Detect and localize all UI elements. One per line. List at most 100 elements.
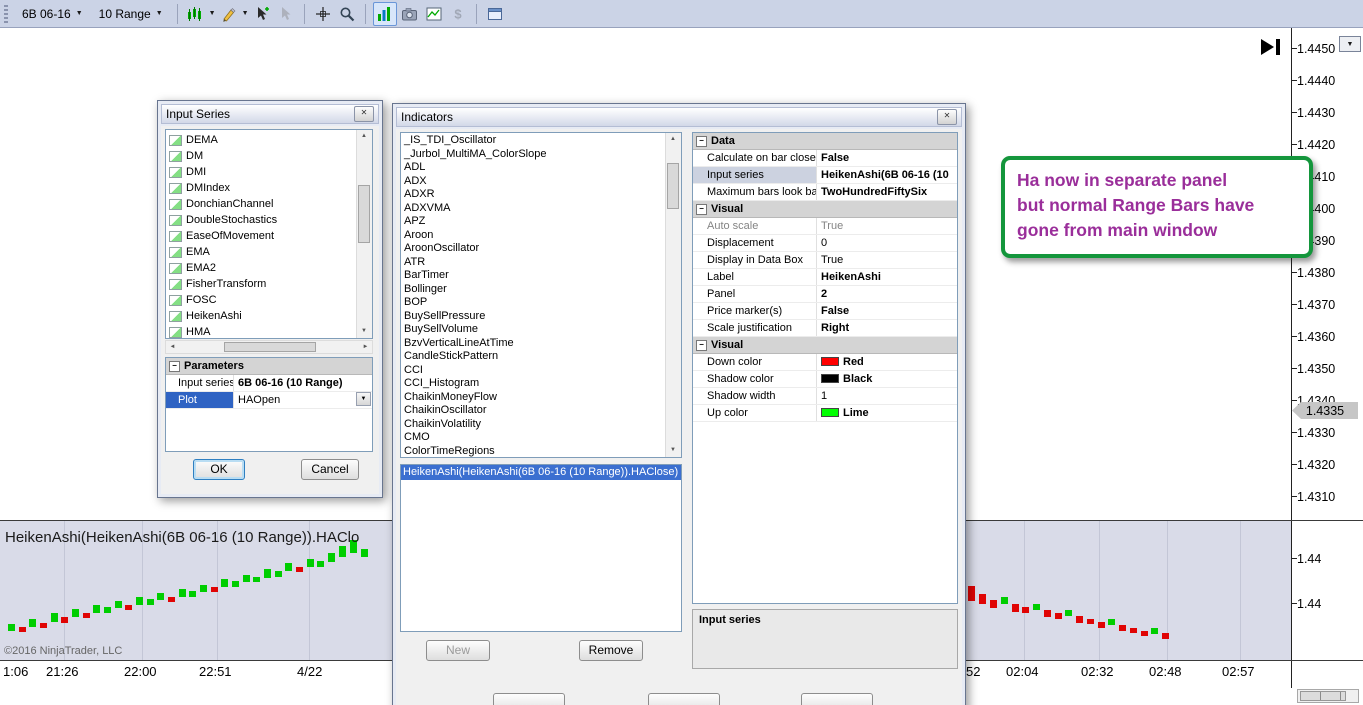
indicator-item[interactable]: Aroon xyxy=(401,229,681,243)
chevron-down-icon[interactable]: ▼ xyxy=(209,10,216,17)
instrument-dropdown[interactable]: 6B 06-16 ▼ xyxy=(15,5,90,23)
pointer-disabled-icon[interactable] xyxy=(275,3,297,25)
input-series-item[interactable]: HeikenAshi xyxy=(166,308,372,324)
pointer-add-icon[interactable] xyxy=(251,3,273,25)
partial-button[interactable] xyxy=(493,693,565,705)
indicator-item[interactable]: ChaikinVolatility xyxy=(401,418,681,432)
remove-button[interactable]: Remove xyxy=(579,640,643,661)
property-row[interactable]: Price marker(s) False xyxy=(693,303,957,320)
property-row[interactable]: Auto scale True xyxy=(693,218,957,235)
new-button[interactable]: New xyxy=(426,640,490,661)
zoom-icon[interactable] xyxy=(336,3,358,25)
scrollbar-thumb[interactable] xyxy=(224,342,316,352)
indicator-item[interactable]: BOP xyxy=(401,296,681,310)
property-row[interactable]: Down color Red xyxy=(693,354,957,371)
indicator-item[interactable]: BuySellVolume xyxy=(401,323,681,337)
collapse-icon[interactable]: − xyxy=(169,360,180,372)
indicator-item[interactable]: ATR xyxy=(401,256,681,270)
dialog-titlebar[interactable]: Input Series ✕ xyxy=(161,104,379,124)
indicator-item[interactable]: ADX xyxy=(401,175,681,189)
scroll-up-icon[interactable]: ▲ xyxy=(357,130,371,143)
new-panel-icon[interactable] xyxy=(484,3,506,25)
indicator-item[interactable]: ADXR xyxy=(401,188,681,202)
chart-style-icon[interactable] xyxy=(372,1,397,26)
draw-tools-icon[interactable] xyxy=(218,3,240,25)
indicator-item[interactable]: ColorTimeRegions xyxy=(401,445,681,458)
go-to-end-icon[interactable] xyxy=(1261,39,1280,55)
property-row[interactable]: Panel 2 xyxy=(693,286,957,303)
close-icon[interactable]: ✕ xyxy=(937,109,957,125)
toolbar-grip[interactable] xyxy=(4,4,8,23)
property-row[interactable]: Display in Data Box True xyxy=(693,252,957,269)
indicator-item[interactable]: CCI xyxy=(401,364,681,378)
indicator-item[interactable]: ChaikinOscillator xyxy=(401,404,681,418)
scroll-up-icon[interactable]: ▲ xyxy=(666,133,680,146)
ok-button[interactable]: OK xyxy=(193,459,245,480)
parameter-row[interactable]: Plot HAOpen ▼ xyxy=(166,392,372,409)
axis-dropdown-button[interactable]: ▼ xyxy=(1339,36,1361,52)
input-series-item[interactable]: FisherTransform xyxy=(166,276,372,292)
input-series-item[interactable]: DEMA xyxy=(166,132,372,148)
input-series-item[interactable]: DonchianChannel xyxy=(166,196,372,212)
indicator-item[interactable]: APZ xyxy=(401,215,681,229)
property-row[interactable]: Shadow color Black xyxy=(693,371,957,388)
input-series-item[interactable]: DMI xyxy=(166,164,372,180)
property-row[interactable]: Maximum bars look ba TwoHundredFiftySix xyxy=(693,184,957,201)
horizontal-scrollbar[interactable]: ◄ ► xyxy=(165,340,373,354)
collapse-icon[interactable]: − xyxy=(696,135,707,147)
crosshair-icon[interactable] xyxy=(312,3,334,25)
indicator-item[interactable]: BarTimer xyxy=(401,269,681,283)
candlestick-chart-icon[interactable] xyxy=(185,3,207,25)
property-section-header[interactable]: − Visual xyxy=(693,201,957,218)
indicator-item[interactable]: CandleStickPattern xyxy=(401,350,681,364)
partial-button[interactable] xyxy=(801,693,873,705)
collapse-icon[interactable]: − xyxy=(696,339,707,351)
dialog-titlebar[interactable]: Indicators ✕ xyxy=(396,107,962,127)
chevron-down-icon[interactable]: ▼ xyxy=(242,10,249,17)
input-series-item[interactable]: EMA2 xyxy=(166,260,372,276)
parameter-row[interactable]: Input series 6B 06-16 (10 Range) xyxy=(166,375,372,392)
indicator-item[interactable]: ADL xyxy=(401,161,681,175)
property-section-header[interactable]: − Data xyxy=(693,133,957,150)
vertical-scrollbar[interactable]: ▲ ▼ xyxy=(665,133,681,457)
input-series-item[interactable]: EaseOfMovement xyxy=(166,228,372,244)
indicator-item[interactable]: BzvVerticalLineAtTime xyxy=(401,337,681,351)
input-series-item[interactable]: FOSC xyxy=(166,292,372,308)
property-row[interactable]: Calculate on bar close False xyxy=(693,150,957,167)
input-series-item[interactable]: EMA xyxy=(166,244,372,260)
scroll-right-icon[interactable]: ► xyxy=(359,341,372,354)
parameters-header[interactable]: − Parameters xyxy=(166,358,372,375)
input-series-item[interactable]: DMIndex xyxy=(166,180,372,196)
indicator-item[interactable]: CCI_Histogram xyxy=(401,377,681,391)
property-row[interactable]: Label HeikenAshi xyxy=(693,269,957,286)
vertical-scrollbar[interactable]: ▲ ▼ xyxy=(356,130,372,338)
partial-button[interactable] xyxy=(648,693,720,705)
indicator-item[interactable]: CMO xyxy=(401,431,681,445)
property-row[interactable]: Scale justification Right xyxy=(693,320,957,337)
scroll-left-icon[interactable]: ◄ xyxy=(166,341,179,354)
property-row[interactable]: Displacement 0 xyxy=(693,235,957,252)
property-row[interactable]: Up color Lime xyxy=(693,405,957,422)
property-row[interactable]: Input series HeikenAshi(6B 06-16 (10 xyxy=(693,167,957,184)
input-series-item[interactable]: DM xyxy=(166,148,372,164)
scrollbar-thumb[interactable] xyxy=(358,185,370,243)
indicator-item[interactable]: _Jurbol_MultiMA_ColorSlope xyxy=(401,148,681,162)
input-series-item[interactable]: DoubleStochastics xyxy=(166,212,372,228)
close-icon[interactable]: ✕ xyxy=(354,106,374,122)
dollar-icon[interactable]: $ xyxy=(447,3,469,25)
indicator-item[interactable]: ADXVMA xyxy=(401,202,681,216)
chart-image-icon[interactable] xyxy=(423,3,445,25)
property-row[interactable]: Shadow width 1 xyxy=(693,388,957,405)
scrollbar-thumb[interactable] xyxy=(667,163,679,209)
scroll-down-icon[interactable]: ▼ xyxy=(357,325,371,338)
period-dropdown[interactable]: 10 Range ▼ xyxy=(92,5,170,23)
scrollbar-thumb[interactable] xyxy=(1300,691,1346,701)
configured-indicator-item[interactable]: HeikenAshi(HeikenAshi(6B 06-16 (10 Range… xyxy=(401,465,681,480)
input-series-item[interactable]: HMA xyxy=(166,324,372,338)
dropdown-button[interactable]: ▼ xyxy=(356,392,371,406)
indicator-item[interactable]: ChaikinMoneyFlow xyxy=(401,391,681,405)
cancel-button[interactable]: Cancel xyxy=(301,459,359,480)
collapse-icon[interactable]: − xyxy=(696,203,707,215)
indicator-item[interactable]: AroonOscillator xyxy=(401,242,681,256)
indicator-item[interactable]: Bollinger xyxy=(401,283,681,297)
